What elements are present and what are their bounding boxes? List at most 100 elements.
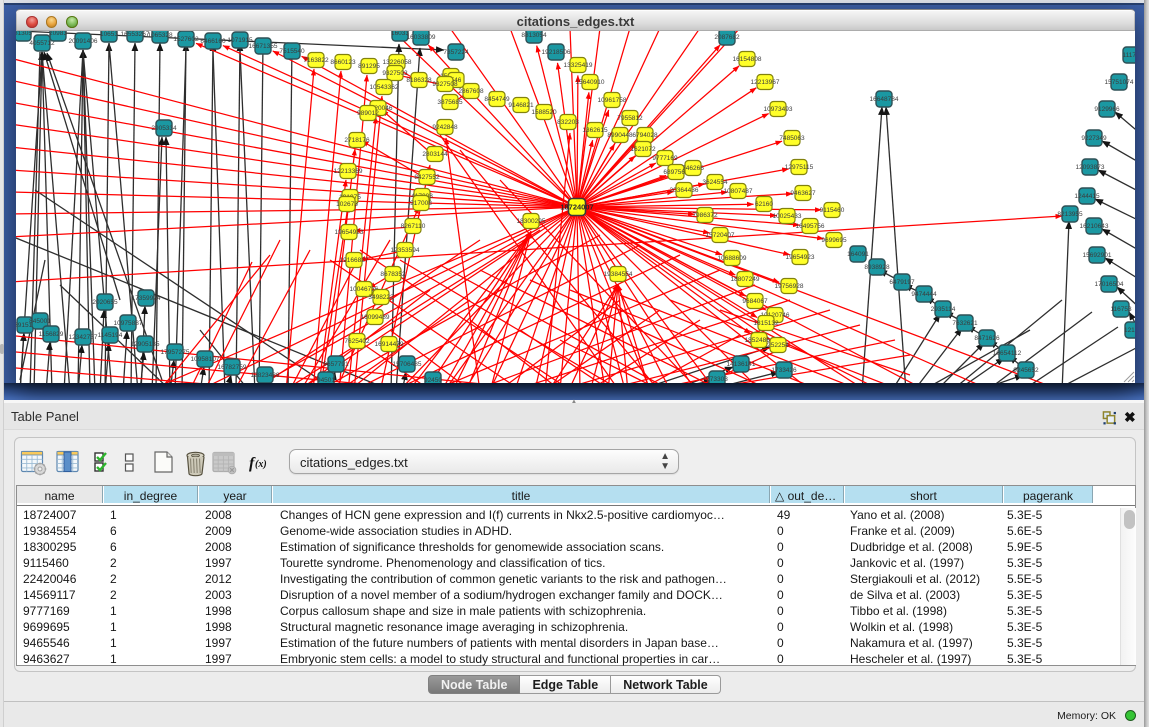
- svg-text:8471626: 8471626: [974, 335, 1000, 342]
- svg-text:92450: 92450: [424, 377, 442, 383]
- svg-text:8186328: 8186328: [406, 77, 432, 84]
- svg-text:10654112: 10654112: [993, 350, 1022, 357]
- svg-text:989012: 989012: [357, 110, 379, 117]
- svg-text:16495756: 16495756: [796, 223, 825, 230]
- svg-text:12342737: 12342737: [69, 334, 98, 341]
- svg-text:10973493: 10973493: [764, 106, 793, 113]
- svg-text:10653: 10653: [100, 31, 118, 38]
- svg-text:9327508: 9327508: [432, 81, 458, 88]
- svg-text:10807487: 10807487: [724, 188, 753, 195]
- svg-text:15751074: 15751074: [1105, 79, 1134, 86]
- svg-text:7955812: 7955812: [617, 115, 643, 122]
- svg-text:10958107: 10958107: [191, 356, 220, 363]
- svg-text:9327503: 9327503: [382, 70, 408, 77]
- svg-text:12213369: 12213369: [334, 168, 363, 175]
- svg-text:15640910: 15640910: [576, 79, 605, 86]
- svg-text:9146821: 9146821: [508, 102, 534, 109]
- svg-text:17359924: 17359924: [132, 295, 161, 302]
- svg-text:81305: 81305: [16, 31, 32, 37]
- svg-text:15692901: 15692901: [1083, 252, 1112, 259]
- svg-text:12093873: 12093873: [1076, 164, 1105, 171]
- svg-text:12103: 12103: [1124, 327, 1135, 334]
- svg-text:1733426: 1733426: [771, 367, 797, 374]
- svg-text:4055712: 4055712: [29, 40, 55, 47]
- svg-text:62160: 62160: [755, 201, 773, 208]
- svg-text:9115460: 9115460: [820, 207, 845, 214]
- svg-text:7515540: 7515540: [279, 48, 305, 55]
- svg-text:2020655: 2020655: [92, 299, 118, 306]
- svg-text:891295: 891295: [358, 63, 380, 70]
- svg-text:10543362: 10543362: [370, 84, 399, 91]
- svg-text:6466160: 6466160: [200, 38, 226, 45]
- svg-text:8454749: 8454749: [484, 96, 510, 103]
- svg-text:7625402: 7625402: [344, 338, 370, 345]
- svg-text:19166827: 19166827: [340, 257, 369, 264]
- svg-text:8990448: 8990448: [607, 132, 633, 139]
- svg-text:10975887: 10975887: [114, 320, 143, 327]
- svg-text:7163822: 7163822: [303, 57, 329, 64]
- svg-text:9684067: 9684067: [742, 298, 768, 305]
- svg-text:6794028: 6794028: [632, 132, 658, 139]
- svg-text:1145194: 1145194: [98, 332, 123, 339]
- svg-text:8267110: 8267110: [401, 223, 426, 230]
- svg-text:2718176: 2718176: [344, 137, 370, 144]
- svg-text:2905334: 2905334: [151, 125, 177, 132]
- svg-text:10025433: 10025433: [773, 213, 802, 220]
- svg-text:6479197: 6479197: [889, 279, 915, 286]
- svg-text:9242848: 9242848: [432, 124, 458, 131]
- svg-text:16914479: 16914479: [375, 341, 404, 348]
- svg-text:19384554: 19384554: [604, 271, 633, 278]
- svg-text:12353594: 12353594: [391, 247, 420, 254]
- svg-text:19756928: 19756928: [775, 283, 804, 290]
- svg-text:8213955: 8213955: [1057, 211, 1083, 218]
- svg-text:20983: 20983: [49, 31, 67, 37]
- svg-text:164091: 164091: [847, 251, 869, 258]
- svg-text:1815132: 1815132: [753, 320, 779, 327]
- svg-text:18807249: 18807249: [731, 276, 760, 283]
- svg-text:3624554: 3624554: [702, 179, 728, 186]
- svg-text:1588520: 1588520: [531, 109, 557, 116]
- svg-text:845001: 845001: [29, 318, 51, 325]
- svg-text:1527602: 1527602: [173, 36, 199, 43]
- svg-text:12823488: 12823488: [251, 372, 280, 379]
- svg-text:16154808: 16154808: [733, 56, 762, 63]
- svg-text:9474444: 9474444: [911, 291, 937, 298]
- svg-text:(x): (x): [255, 459, 267, 470]
- svg-text:1065328: 1065328: [147, 32, 173, 39]
- svg-text:9777169: 9777169: [652, 155, 678, 162]
- svg-text:7986372: 7986372: [692, 212, 718, 219]
- svg-text:7632621: 7632621: [952, 320, 978, 327]
- svg-text:7485063: 7485063: [779, 135, 805, 142]
- svg-text:19654923: 19654923: [335, 229, 364, 236]
- svg-text:15706485: 15706485: [393, 361, 422, 368]
- svg-text:12975115: 12975115: [785, 164, 814, 171]
- svg-text:746266: 746266: [682, 165, 704, 172]
- svg-text:1621072: 1621072: [630, 146, 656, 153]
- svg-text:13325419: 13325419: [564, 62, 593, 69]
- svg-text:2935114: 2935114: [931, 306, 956, 313]
- svg-text:8813054: 8813054: [521, 32, 547, 39]
- svg-text:18724007: 18724007: [560, 203, 593, 212]
- svg-text:9657791: 9657791: [323, 361, 349, 368]
- svg-text:2803144: 2803144: [422, 151, 448, 158]
- svg-text:9245652: 9245652: [1013, 367, 1039, 374]
- svg-text:9129966: 9129966: [1094, 106, 1120, 113]
- svg-text:3875685: 3875685: [437, 99, 463, 106]
- svg-text:7357224: 7357224: [443, 49, 469, 56]
- svg-text:1362615: 1362615: [582, 127, 608, 134]
- svg-text:11175: 11175: [1122, 52, 1135, 59]
- svg-text:94501: 94501: [317, 377, 335, 383]
- svg-text:8938928: 8938928: [864, 264, 890, 271]
- svg-text:252254: 252254: [767, 342, 789, 349]
- svg-text:116753: 116753: [1110, 306, 1132, 313]
- svg-text:14136141: 14136141: [727, 361, 756, 368]
- svg-text:8427552: 8427552: [414, 174, 440, 181]
- svg-text:12213967: 12213967: [751, 79, 780, 86]
- svg-text:16033809: 16033809: [407, 34, 436, 41]
- svg-text:8660123: 8660123: [330, 59, 356, 66]
- svg-text:832203: 832203: [557, 119, 579, 126]
- svg-text:3498222: 3498222: [368, 294, 394, 301]
- svg-text:18300295: 18300295: [517, 218, 546, 225]
- svg-text:19654923: 19654923: [786, 254, 815, 261]
- svg-text:17016504: 17016504: [1095, 281, 1124, 288]
